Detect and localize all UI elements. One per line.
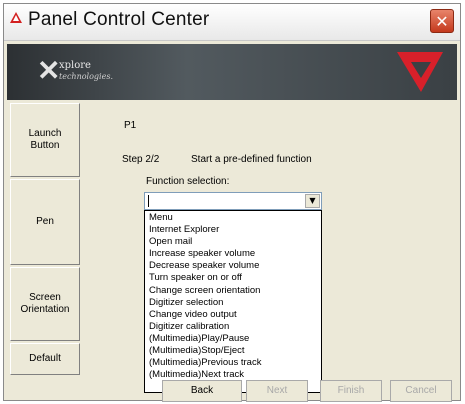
dropdown-option[interactable]: Digitizer calibration	[145, 321, 321, 333]
sidebar-item-default[interactable]: Default	[10, 343, 80, 375]
next-button[interactable]: Next	[246, 380, 308, 402]
function-selection-label: Function selection:	[146, 176, 230, 187]
sidebar-item-launch-button[interactable]: Launch Button	[10, 103, 80, 177]
dropdown-option[interactable]: Turn speaker on or off	[145, 272, 321, 284]
text-cursor	[148, 195, 149, 207]
dropdown-option[interactable]: (Multimedia)Previous track	[145, 357, 321, 369]
logo-subtitle: technologies.	[59, 72, 113, 81]
dropdown-option[interactable]: Increase speaker volume	[145, 248, 321, 260]
header-banner: ✕ xplore technologies.	[7, 44, 457, 100]
brand-triangle-icon	[397, 52, 443, 92]
dropdown-option[interactable]: (Multimedia)Stop/Eject	[145, 345, 321, 357]
dropdown-option[interactable]: Menu	[145, 212, 321, 224]
step-indicator: Step 2/2	[122, 154, 160, 165]
back-button[interactable]: Back	[162, 380, 242, 402]
title-bar: Panel Control Center ✕	[4, 4, 460, 41]
close-button[interactable]: ✕	[430, 9, 454, 33]
chevron-down-icon[interactable]: ▼	[305, 194, 320, 208]
dropdown-option[interactable]: Change video output	[145, 309, 321, 321]
dropdown-option[interactable]: Internet Explorer	[145, 224, 321, 236]
logo-x-mark: ✕	[37, 54, 61, 87]
dropdown-option[interactable]: (Multimedia)Play/Pause	[145, 333, 321, 345]
xplore-logo: ✕ xplore technologies.	[37, 56, 122, 88]
finish-button[interactable]: Finish	[320, 380, 382, 402]
panel-label: P1	[124, 120, 137, 131]
step-description: Start a pre-defined function	[191, 154, 312, 165]
sidebar-item-screen-orientation[interactable]: Screen Orientation	[10, 267, 80, 341]
app-logo-icon	[10, 12, 22, 23]
sidebar-item-pen[interactable]: Pen	[10, 179, 80, 265]
dropdown-option[interactable]: Open mail	[145, 236, 321, 248]
function-options-list: Menu Internet Explorer Open mail Increas…	[144, 210, 322, 393]
panel-control-center-window: Panel Control Center ✕ ✕ xplore technolo…	[3, 3, 461, 402]
dropdown-option[interactable]: Change screen orientation	[145, 285, 321, 297]
function-selection-dropdown[interactable]: ▼	[144, 192, 322, 210]
cancel-button[interactable]: Cancel	[390, 380, 452, 402]
window-title: Panel Control Center	[28, 9, 210, 30]
dropdown-option[interactable]: Decrease speaker volume	[145, 260, 321, 272]
logo-name: xplore	[59, 60, 91, 71]
dropdown-option[interactable]: Digitizer selection	[145, 297, 321, 309]
